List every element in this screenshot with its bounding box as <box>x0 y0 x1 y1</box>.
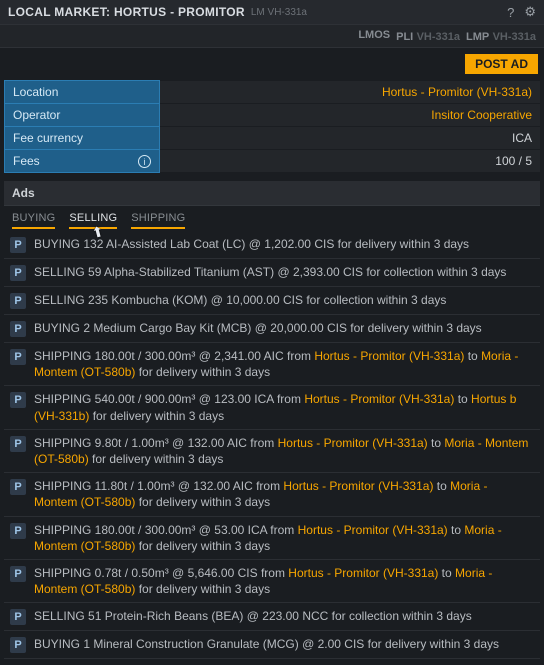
ad-text: SHIPPING 180.00t / 300.00m³ @ 2,341.00 A… <box>34 348 534 380</box>
ad-badge: P <box>10 293 26 309</box>
ad-from-link[interactable]: Hortus - Promitor (VH-331a) <box>298 523 448 537</box>
cmd-lmp-arg: VH-331a <box>493 31 536 43</box>
ad-from-link[interactable]: Hortus - Promitor (VH-331a) <box>283 479 433 493</box>
ad-list: P BUYING 132 AI-Assisted Lab Coat (LC) @ … <box>4 231 540 659</box>
ad-badge: P <box>10 436 26 452</box>
ad-row[interactable]: P SHIPPING 180.00t / 300.00m³ @ 2,341.00 … <box>4 343 540 386</box>
info-operator-value[interactable]: Insitor Cooperative <box>431 108 532 122</box>
titlebar: LOCAL MARKET: HORTUS - PROMITOR LM VH-33… <box>0 0 544 25</box>
ad-text: SHIPPING 540.00t / 900.00m³ @ 123.00 ICA… <box>34 391 534 423</box>
ads-tabs: BUYING SELLING SHIPPING ⬆ <box>4 206 540 231</box>
ad-row[interactable]: P SHIPPING 11.80t / 1.00m³ @ 132.00 AIC f… <box>4 473 540 516</box>
window-title: LOCAL MARKET: HORTUS - PROMITOR <box>8 5 245 19</box>
ad-row[interactable]: P SHIPPING 9.80t / 1.00m³ @ 132.00 AIC fr… <box>4 430 540 473</box>
ad-text: BUYING 132 AI-Assisted Lab Coat (LC) @ 1… <box>34 236 469 252</box>
cmd-lmp[interactable]: LMP <box>466 31 489 43</box>
help-icon[interactable]: ? <box>507 5 514 20</box>
info-table: Location Hortus - Promitor (VH-331a) Ope… <box>4 80 540 173</box>
ad-text: SELLING 235 Kombucha (KOM) @ 10,000.00 C… <box>34 292 446 308</box>
info-fees-value: 100 / 5 <box>160 150 541 173</box>
ad-from-link[interactable]: Hortus - Promitor (VH-331a) <box>278 436 428 450</box>
ad-text: SELLING 59 Alpha-Stabilized Titanium (AS… <box>34 264 506 280</box>
ad-text: SELLING 51 Protein-Rich Beans (BEA) @ 22… <box>34 608 472 624</box>
ad-row[interactable]: P SHIPPING 540.00t / 900.00m³ @ 123.00 IC… <box>4 386 540 429</box>
cmd-pli-arg: VH-331a <box>417 31 460 43</box>
ad-row[interactable]: P SELLING 59 Alpha-Stabilized Titanium (A… <box>4 259 540 287</box>
ad-row[interactable]: P SELLING 235 Kombucha (KOM) @ 10,000.00 … <box>4 287 540 315</box>
info-feecurrency-key: Fee currency <box>5 127 160 150</box>
info-icon[interactable]: i <box>138 155 151 168</box>
ad-text: SHIPPING 180.00t / 300.00m³ @ 53.00 ICA … <box>34 522 534 554</box>
ad-badge: P <box>10 523 26 539</box>
tab-buying[interactable]: BUYING <box>12 212 55 229</box>
ad-row[interactable]: P SHIPPING 180.00t / 300.00m³ @ 53.00 ICA… <box>4 517 540 560</box>
ad-badge: P <box>10 479 26 495</box>
post-ad-button[interactable]: POST AD <box>465 54 538 74</box>
tab-shipping[interactable]: SHIPPING <box>131 212 185 229</box>
ad-badge: P <box>10 609 26 625</box>
window-subtitle: LM VH-331a <box>251 7 307 18</box>
ad-row[interactable]: P SHIPPING 0.78t / 0.50m³ @ 5,646.00 CIS … <box>4 560 540 603</box>
ad-row[interactable]: P SELLING 51 Protein-Rich Beans (BEA) @ 2… <box>4 603 540 631</box>
ad-from-link[interactable]: Hortus - Promitor (VH-331a) <box>288 566 438 580</box>
ad-row[interactable]: P BUYING 132 AI-Assisted Lab Coat (LC) @ … <box>4 231 540 259</box>
ad-badge: P <box>10 265 26 281</box>
gear-icon[interactable]: ⚙ <box>524 4 536 20</box>
ad-badge: P <box>10 349 26 365</box>
ad-row[interactable]: P BUYING 1 Mineral Construction Granulate… <box>4 631 540 659</box>
info-feecurrency-value: ICA <box>160 127 541 150</box>
ads-header: Ads <box>4 181 540 206</box>
ad-text: SHIPPING 9.80t / 1.00m³ @ 132.00 AIC fro… <box>34 435 534 467</box>
ad-text: BUYING 2 Medium Cargo Bay Kit (MCB) @ 20… <box>34 320 482 336</box>
ad-text: SHIPPING 0.78t / 0.50m³ @ 5,646.00 CIS f… <box>34 565 534 597</box>
cmd-lmos[interactable]: LMOS <box>358 29 390 43</box>
ad-badge: P <box>10 637 26 653</box>
ad-text: BUYING 1 Mineral Construction Granulate … <box>34 636 499 652</box>
command-row: LMOS PLI VH-331a LMP VH-331a <box>0 25 544 48</box>
info-location-key: Location <box>5 81 160 104</box>
ad-row[interactable]: P BUYING 2 Medium Cargo Bay Kit (MCB) @ 2… <box>4 315 540 343</box>
info-fees-key: Fees i <box>5 150 160 173</box>
ad-badge: P <box>10 237 26 253</box>
tab-selling[interactable]: SELLING <box>69 212 117 229</box>
ad-badge: P <box>10 392 26 408</box>
cmd-pli[interactable]: PLI <box>396 31 413 43</box>
ad-text: SHIPPING 11.80t / 1.00m³ @ 132.00 AIC fr… <box>34 478 534 510</box>
ad-badge: P <box>10 321 26 337</box>
ad-from-link[interactable]: Hortus - Promitor (VH-331a) <box>314 349 464 363</box>
info-location-value[interactable]: Hortus - Promitor (VH-331a) <box>382 85 532 99</box>
ad-from-link[interactable]: Hortus - Promitor (VH-331a) <box>304 392 454 406</box>
info-operator-key: Operator <box>5 104 160 127</box>
ad-badge: P <box>10 566 26 582</box>
